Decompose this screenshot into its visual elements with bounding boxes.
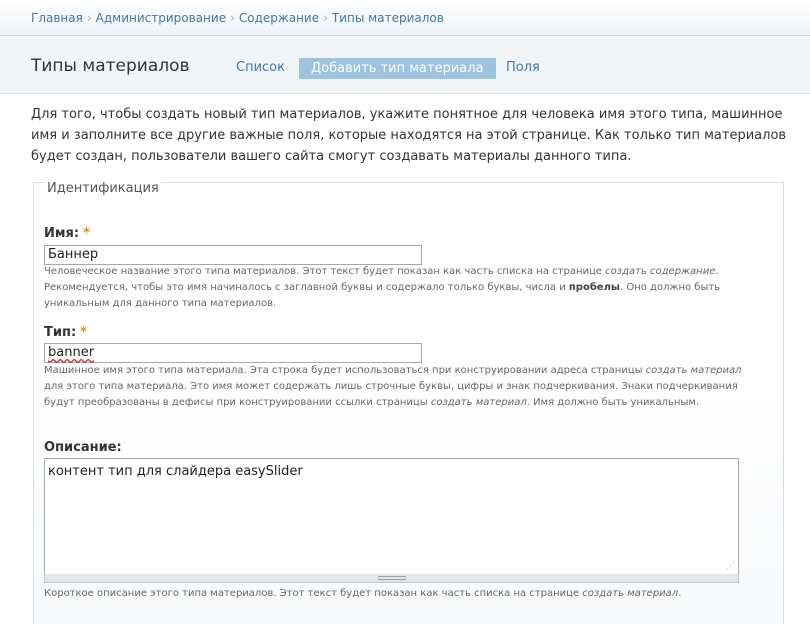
desc-help-part: Короткое описание этого типа материалов.…	[44, 588, 583, 599]
type-description: Машинное имя этого типа материала. Эта с…	[44, 363, 764, 411]
breadcrumb: Главная › Администрирование › Содержание › Тип…	[0, 0, 810, 36]
tab-fields[interactable]: Поля	[506, 60, 540, 75]
name-required-mark: *	[83, 226, 90, 241]
create-material-link: создать материал	[430, 397, 527, 408]
description-label: Описание:	[44, 440, 122, 455]
name-desc-part: Человеческое название этого типа материа…	[44, 266, 606, 277]
name-input[interactable]: Баннер	[44, 245, 422, 265]
grip-lines-icon	[378, 576, 406, 580]
breadcrumb-content-types[interactable]: Типы материалов	[332, 11, 444, 25]
type-desc-part: Машинное имя этого типа материала. Эта с…	[44, 365, 646, 376]
fieldset-legend: Идентификация	[45, 181, 161, 196]
desc-help-part: .	[678, 588, 682, 599]
type-label-text: Тип:	[44, 325, 77, 340]
name-label-text: Имя:	[44, 226, 80, 241]
page-title: Типы материалов	[31, 56, 190, 76]
textarea-resize-grip[interactable]	[44, 574, 739, 583]
create-content-link: создать содержание	[605, 266, 716, 277]
breadcrumb-home[interactable]: Главная	[31, 11, 83, 25]
page-header: Типы материалов Список Добавить тип мате…	[0, 36, 810, 94]
type-desc-part: . Имя должно быть уникальным.	[526, 397, 700, 408]
type-label: Тип: *	[44, 325, 87, 340]
type-required-mark: *	[80, 325, 87, 340]
description-textarea[interactable]: контент тип для слайдера easySlider	[44, 458, 739, 575]
tab-add-content-type[interactable]: Добавить тип материала	[299, 58, 496, 79]
description-help: Короткое описание этого типа материалов.…	[44, 586, 764, 602]
intro-text: Для того, чтобы создать новый тип матери…	[31, 107, 787, 164]
type-input[interactable]: banner	[44, 343, 422, 363]
tab-list[interactable]: Список	[236, 60, 285, 75]
breadcrumb-admin[interactable]: Администрирование	[96, 11, 226, 25]
create-material-link: создать материал	[582, 588, 679, 599]
resize-corner-icon[interactable]: ⋰	[726, 561, 736, 571]
breadcrumb-content[interactable]: Содержание	[239, 11, 319, 25]
name-description: Человеческое название этого типа материа…	[44, 264, 764, 312]
create-material-link: создать материал	[645, 365, 742, 376]
breadcrumb-separator: ›	[86, 11, 92, 25]
breadcrumb-separator: ›	[230, 11, 235, 25]
breadcrumb-separator: ›	[323, 11, 328, 25]
name-label: Имя: *	[44, 226, 90, 241]
spaces-keyword: пробелы	[568, 282, 620, 293]
